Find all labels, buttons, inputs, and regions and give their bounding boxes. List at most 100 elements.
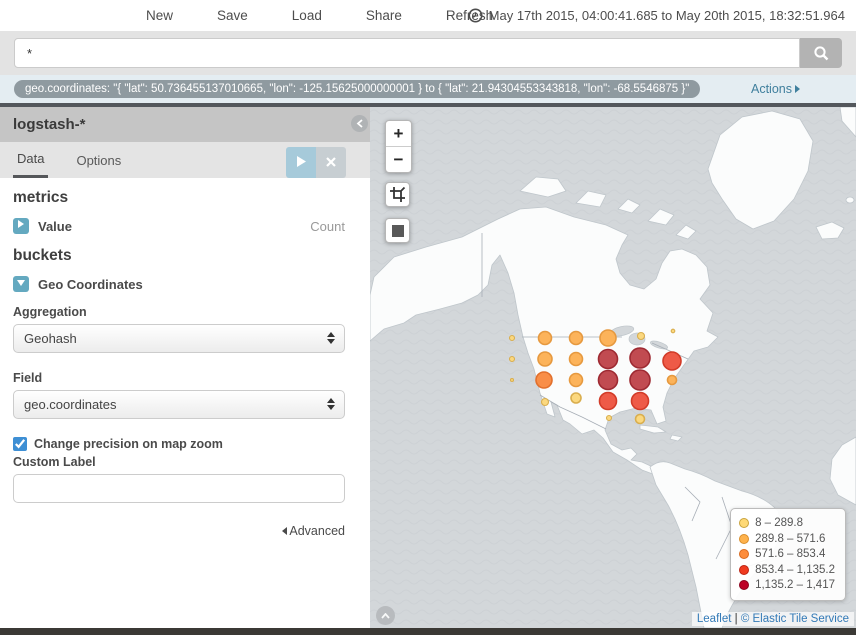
top-navbar: New Save Load Share Refresh May 17th 201… (0, 0, 856, 31)
map-legend: 8 – 289.8 289.8 – 571.6 571.6 – 853.4 85… (730, 508, 846, 602)
tab-data[interactable]: Data (13, 142, 48, 178)
sidebar-tabs: Data Options (0, 142, 370, 178)
vis-editor-sidebar: logstash-* Data Options metrics (0, 107, 370, 628)
close-icon (326, 157, 336, 167)
legend-swatch (739, 534, 749, 544)
discard-changes-button[interactable] (316, 147, 346, 178)
nav-load[interactable]: Load (292, 8, 322, 23)
time-range-label: May 17th 2015, 04:00:41.685 to May 20th … (489, 8, 845, 23)
legend-range: 1,135.2 – 1,417 (755, 579, 835, 591)
zoom-control: + − (385, 120, 412, 173)
nav-new[interactable]: New (146, 8, 173, 23)
metric-label: Value (38, 219, 72, 234)
field-select[interactable]: geo.coordinates (13, 390, 345, 419)
map-attribution: Leaflet | © Elastic Tile Service (692, 612, 854, 626)
collapse-bucket-button[interactable] (13, 276, 29, 292)
scroll-top-button[interactable] (376, 606, 395, 625)
map-marker[interactable] (599, 350, 618, 369)
apply-changes-button[interactable] (286, 147, 316, 178)
sidebar-collapse-button[interactable] (351, 115, 368, 132)
map-marker[interactable] (630, 348, 650, 368)
map-marker[interactable] (636, 415, 645, 424)
rectangle-icon (392, 225, 404, 237)
metric-value-row: Value Count (13, 218, 345, 234)
legend-swatch (739, 518, 749, 528)
field-selected-value: geo.coordinates (24, 397, 117, 412)
map-marker[interactable] (570, 374, 583, 387)
map-marker[interactable] (538, 352, 552, 366)
fit-bounds-button[interactable] (385, 182, 410, 207)
map-marker[interactable] (510, 336, 515, 341)
nav-share[interactable]: Share (366, 8, 402, 23)
legend-range: 571.6 – 853.4 (755, 548, 825, 560)
crop-icon (389, 186, 406, 203)
attribution-separator: | (735, 613, 738, 625)
metric-agg-value: Count (310, 219, 345, 234)
precision-checkbox[interactable] (13, 437, 27, 451)
map-marker[interactable] (539, 332, 552, 345)
map-marker[interactable] (511, 379, 514, 382)
bucket-geo-row: Geo Coordinates (13, 276, 345, 292)
aggregation-selected-value: Geohash (24, 331, 77, 346)
main-area: logstash-* Data Options metrics (0, 107, 856, 628)
query-bar (0, 31, 856, 75)
vis-editor-form: metrics Value Count buckets Geo Coordina… (0, 178, 370, 538)
search-icon (813, 45, 830, 62)
legend-row: 8 – 289.8 (739, 516, 835, 532)
select-arrows-icon (327, 332, 335, 344)
geo-filter-pill[interactable]: geo.coordinates: "{ "lat": 50.7364551370… (14, 80, 700, 98)
zoom-out-button[interactable]: − (386, 147, 411, 173)
zoom-in-button[interactable]: + (386, 121, 411, 147)
expand-metric-button[interactable] (13, 218, 29, 234)
clock-icon (468, 8, 483, 23)
custom-label-title: Custom Label (13, 455, 345, 469)
map-marker[interactable] (671, 329, 675, 333)
nav-save[interactable]: Save (217, 8, 248, 23)
precision-checkbox-row: Change precision on map zoom (13, 437, 345, 451)
legend-row: 1,135.2 – 1,417 (739, 578, 835, 594)
time-picker[interactable]: May 17th 2015, 04:00:41.685 to May 20th … (468, 0, 845, 31)
map-marker[interactable] (536, 372, 552, 388)
map-marker[interactable] (607, 416, 612, 421)
map-marker[interactable] (570, 353, 583, 366)
index-pattern-title: logstash-* (0, 107, 370, 142)
aggregation-label: Aggregation (13, 305, 345, 319)
map-marker[interactable] (599, 371, 618, 390)
map-marker[interactable] (600, 393, 617, 410)
buckets-heading: buckets (13, 247, 345, 265)
draw-rectangle-button[interactable] (385, 218, 410, 243)
map-marker[interactable] (570, 332, 583, 345)
map-marker[interactable] (630, 370, 650, 390)
chevron-left-icon (356, 119, 363, 128)
advanced-toggle[interactable]: Advanced (13, 524, 345, 538)
tab-options[interactable]: Options (72, 142, 125, 178)
legend-row: 853.4 – 1,135.2 (739, 562, 835, 578)
legend-row: 289.8 – 571.6 (739, 531, 835, 547)
select-arrows-icon (327, 398, 335, 410)
caret-down-icon (17, 280, 25, 286)
map-marker[interactable] (571, 393, 581, 403)
map-marker[interactable] (663, 352, 681, 370)
filter-actions-button[interactable]: Actions (751, 82, 800, 96)
map-marker[interactable] (510, 357, 515, 362)
map-marker[interactable] (638, 333, 645, 340)
map-marker[interactable] (632, 393, 649, 410)
tile-service-link[interactable]: © Elastic Tile Service (741, 613, 849, 625)
legend-range: 853.4 – 1,135.2 (755, 564, 835, 576)
map-marker[interactable] (600, 330, 616, 346)
map-marker[interactable] (668, 376, 677, 385)
leaflet-link[interactable]: Leaflet (697, 613, 732, 625)
chevron-up-icon (381, 613, 390, 619)
caret-right-icon (795, 85, 800, 93)
custom-label-input[interactable] (13, 474, 345, 503)
legend-swatch (739, 580, 749, 590)
play-icon (296, 156, 306, 167)
legend-range: 289.8 – 571.6 (755, 533, 825, 545)
nav-menu: New Save Load Share Refresh (146, 8, 493, 23)
tile-map[interactable]: + − 8 – 289.8 289.8 – 571.6 (370, 107, 856, 628)
search-input[interactable] (14, 38, 800, 68)
precision-checkbox-label[interactable]: Change precision on map zoom (34, 437, 223, 451)
aggregation-select[interactable]: Geohash (13, 324, 345, 353)
map-marker[interactable] (542, 399, 549, 406)
search-button[interactable] (800, 38, 842, 68)
